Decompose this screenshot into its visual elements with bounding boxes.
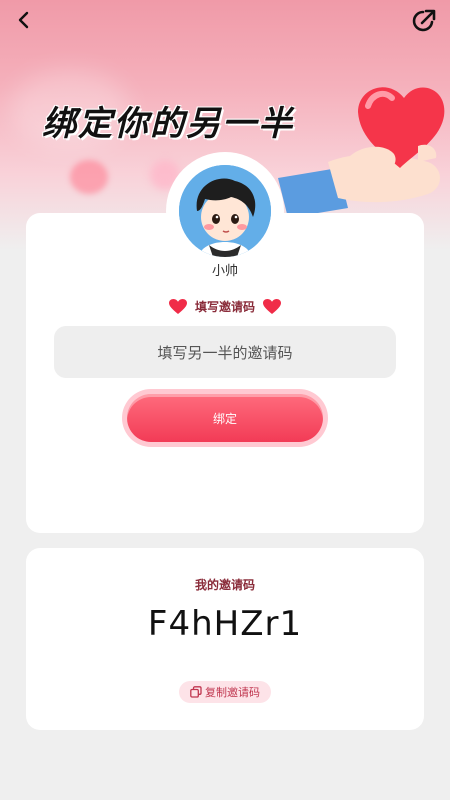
username: 小帅 (211, 264, 238, 279)
bokeh-heart (70, 160, 108, 194)
share-button[interactable] (408, 5, 440, 37)
invite-code-placeholder: 填写另一半的邀请码 (157, 343, 293, 362)
invite-code-input[interactable]: 填写另一半的邀请码 (54, 326, 396, 378)
my-code-label: 我的邀请码 (194, 578, 255, 592)
back-button[interactable] (10, 6, 38, 34)
bind-button[interactable]: 绑定 (127, 394, 323, 442)
heart-icon (168, 298, 187, 314)
hand-holding-heart-illustration (278, 87, 445, 218)
copy-code-label: 复制邀请码 (205, 686, 260, 699)
invite-section-label: 填写邀请码 (0, 298, 450, 315)
copy-code-button[interactable]: 复制邀请码 (179, 681, 271, 703)
bind-button-outline: 绑定 (122, 389, 328, 447)
my-invite-code: F4hHZr1 (147, 604, 303, 644)
page-title: 绑定你的另一半 (42, 104, 294, 144)
copy-icon (190, 686, 202, 698)
cartoon-boy-avatar (179, 165, 271, 257)
bind-button-label: 绑定 (212, 411, 237, 426)
share-icon (412, 9, 436, 32)
chevron-left-icon (18, 11, 29, 29)
invite-section-text: 填写邀请码 (194, 300, 255, 314)
avatar-ring (166, 152, 284, 270)
avatar (179, 165, 271, 257)
heart-icon (263, 298, 281, 314)
